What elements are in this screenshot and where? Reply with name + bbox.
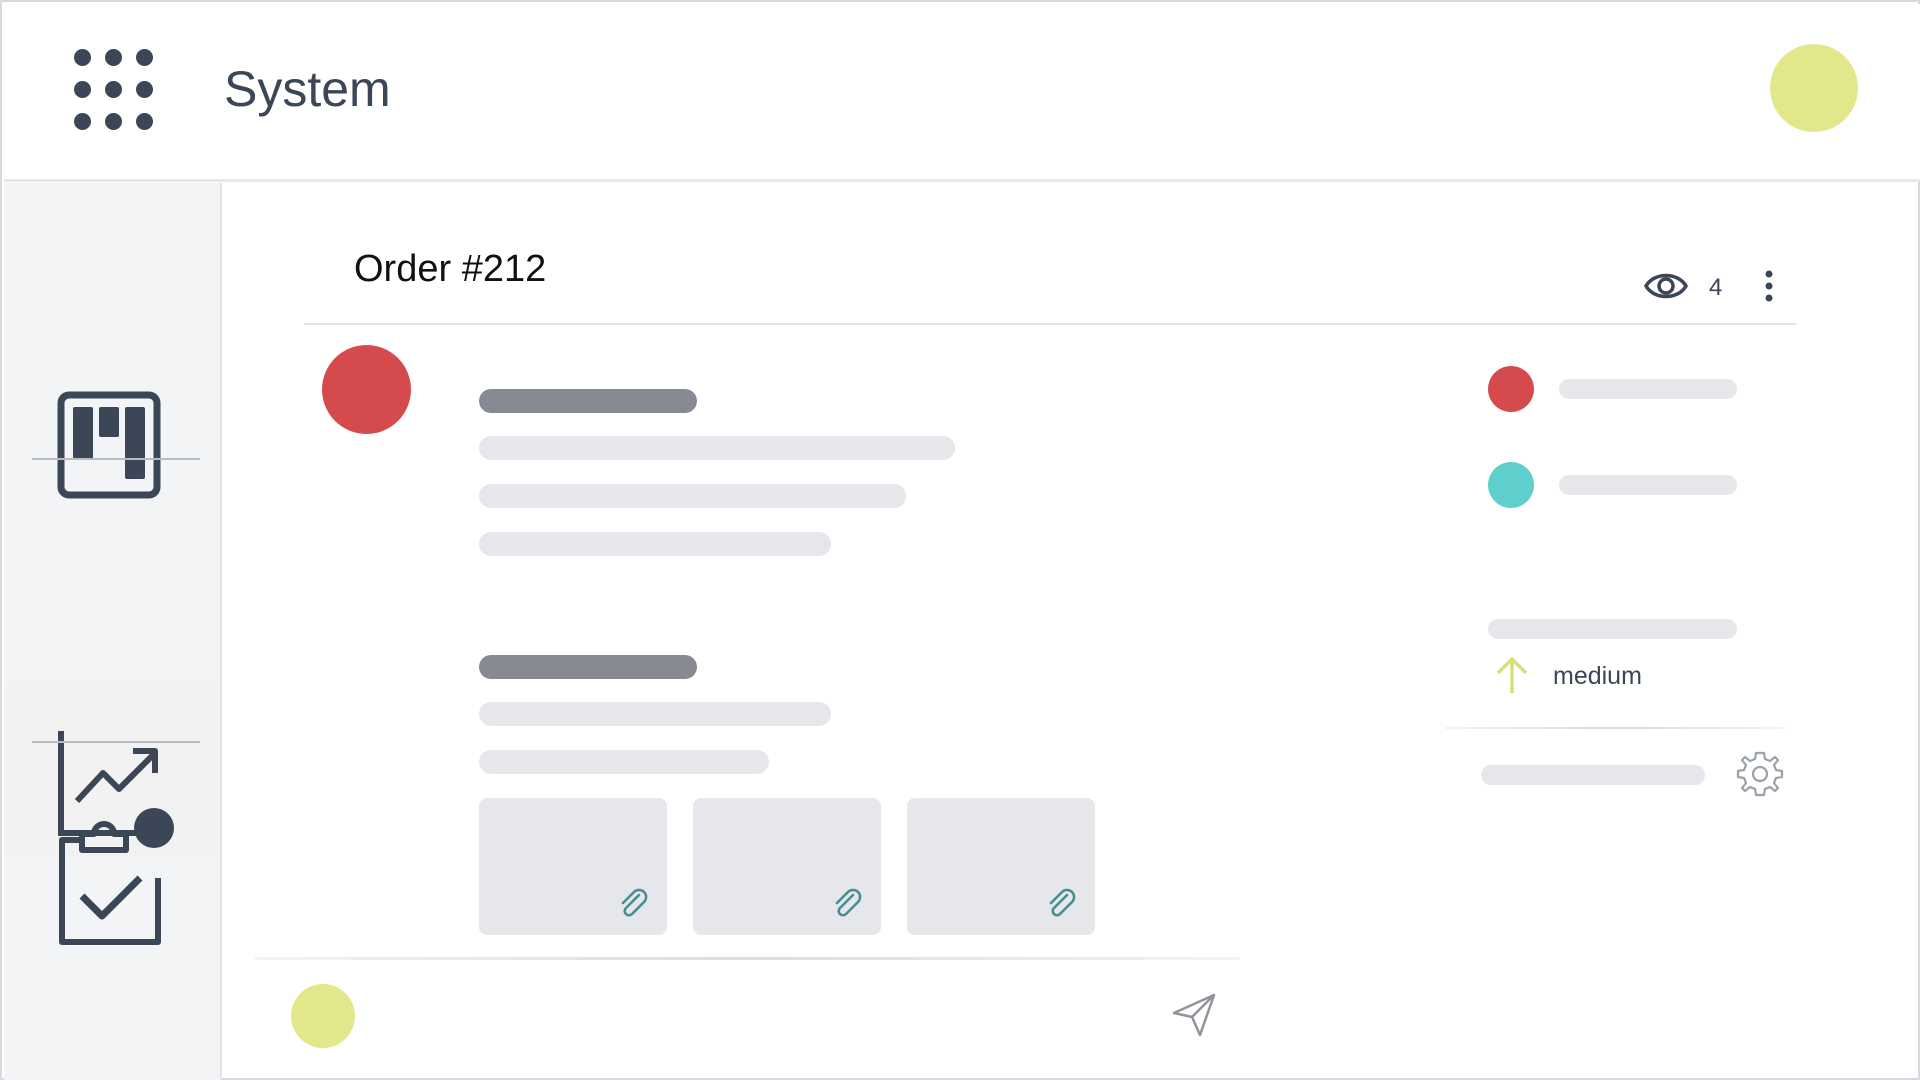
assignee-avatar[interactable] [1488,366,1534,412]
reporter-avatar[interactable] [1488,462,1534,508]
placeholder-line [1481,765,1705,785]
eye-icon[interactable] [1644,266,1688,306]
arrow-up-icon [1496,657,1528,693]
title-divider [304,323,1796,325]
sidebar-divider [32,458,200,460]
placeholder-line [479,436,955,460]
placeholder-line [1559,379,1737,399]
attachment-thumbnail[interactable] [479,798,667,935]
placeholder-heading [479,655,697,679]
placeholder-line [1559,475,1737,495]
sidebar-item-tasks[interactable] [4,783,222,945]
board-icon [57,391,161,499]
user-avatar[interactable] [1770,44,1858,132]
top-bar: System [4,4,1920,182]
paperclip-icon [621,888,648,917]
author-avatar[interactable] [322,345,411,434]
app-window: System Order #212 4 medium [0,0,1920,1080]
paperclip-icon [1049,888,1076,917]
placeholder-line [479,532,831,556]
more-options-icon[interactable] [1758,268,1780,308]
placeholder-line [1488,619,1737,639]
placeholder-heading [479,389,697,413]
attachment-thumbnail[interactable] [907,798,1095,935]
attachment-thumbnail[interactable] [693,798,881,935]
sidebar-divider [32,741,200,743]
composer-avatar [291,984,355,1048]
notification-dot [134,808,174,848]
placeholder-line [479,750,769,774]
placeholder-line [479,484,906,508]
priority-label: medium [1553,662,1642,690]
sidebar-item-analytics[interactable] [4,533,222,836]
placeholder-line [479,702,831,726]
apps-grid-icon[interactable] [74,49,154,133]
sidebar [4,183,222,1080]
send-icon[interactable] [1170,991,1218,1039]
paperclip-icon [835,888,862,917]
composer-divider [255,957,1240,960]
watchers-count: 4 [1709,274,1723,301]
panel-divider [1445,727,1785,729]
gear-icon[interactable] [1735,749,1785,799]
sidebar-item-board[interactable] [4,283,222,499]
app-title: System [224,61,391,117]
page-title: Order #212 [354,248,547,290]
